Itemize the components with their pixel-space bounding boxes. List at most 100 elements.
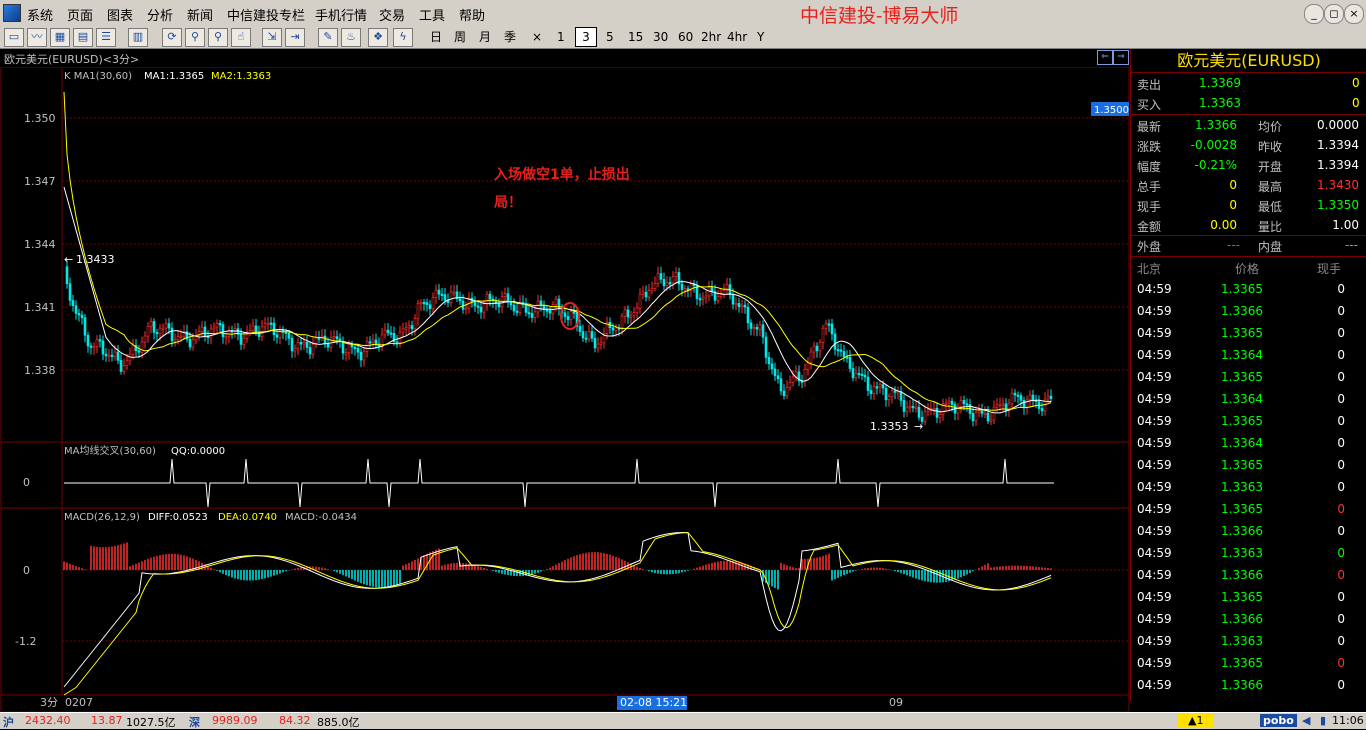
candle-body xyxy=(329,336,333,348)
menu-page[interactable]: 页面 xyxy=(67,5,93,24)
tick-row[interactable]: 04:59 1.3366 0 xyxy=(1131,301,1366,321)
tick-price: 1.3364 xyxy=(1221,348,1263,362)
period-15[interactable]: 15 xyxy=(628,29,643,47)
monitor-icon[interactable]: ▭ xyxy=(4,28,24,47)
menu-system[interactable]: 系统 xyxy=(27,5,53,24)
tick-row[interactable]: 04:59 1.3365 0 xyxy=(1131,587,1366,607)
period-day[interactable]: 日 xyxy=(430,29,442,47)
tick-row[interactable]: 04:59 1.3365 0 xyxy=(1131,499,1366,519)
period-30[interactable]: 30 xyxy=(653,29,668,47)
tick-row[interactable]: 04:59 1.3366 0 xyxy=(1131,609,1366,629)
period-month[interactable]: 月 xyxy=(479,29,491,47)
app-icon[interactable] xyxy=(3,4,21,22)
minimize-button[interactable]: _ xyxy=(1304,4,1324,24)
candle-body xyxy=(833,333,837,350)
tick-row[interactable]: 04:59 1.3365 0 xyxy=(1131,455,1366,475)
kline-chart[interactable]: 1.350 1.347 1.344 1.341 1.338 K MA1(30,60) M… xyxy=(0,67,1130,712)
dea-label: DEA:0.0740 xyxy=(218,512,277,523)
tick-row[interactable]: 04:59 1.3364 0 xyxy=(1131,345,1366,365)
candle-body xyxy=(821,327,825,343)
candle-body xyxy=(584,337,588,340)
grid-icon[interactable]: ▦ xyxy=(50,28,70,47)
candle-body xyxy=(341,341,345,354)
tick-row[interactable]: 04:59 1.3366 0 xyxy=(1131,521,1366,541)
candle-body xyxy=(818,342,822,352)
tick-time: 04:59 xyxy=(1137,282,1172,296)
tick-row[interactable]: 04:59 1.3363 0 xyxy=(1131,543,1366,563)
period-year[interactable]: Y xyxy=(757,29,764,47)
search-icon[interactable]: ⚲ xyxy=(208,28,228,47)
candle-body xyxy=(161,327,165,330)
tick-row[interactable]: 04:59 1.3365 0 xyxy=(1131,367,1366,387)
tick-row[interactable]: 04:59 1.3364 0 xyxy=(1131,433,1366,453)
candle-body xyxy=(203,326,207,337)
menu-analysis[interactable]: 分析 xyxy=(147,5,173,24)
menu-chart[interactable]: 图表 xyxy=(107,5,133,24)
candle-body xyxy=(545,309,549,312)
line-chart-icon[interactable]: 〰 xyxy=(27,28,47,47)
menu-column[interactable]: 中信建投专栏 xyxy=(227,5,305,24)
period-week[interactable]: 周 xyxy=(454,29,466,47)
candle-body xyxy=(404,327,408,330)
tick-row[interactable]: 04:59 1.3365 0 xyxy=(1131,653,1366,673)
candle-body xyxy=(503,293,507,297)
menu-news[interactable]: 新闻 xyxy=(187,5,213,24)
speaker-icon[interactable]: ◀ xyxy=(1302,714,1310,727)
tick-row[interactable]: 04:59 1.3365 0 xyxy=(1131,279,1366,299)
lightning-icon[interactable]: ϟ xyxy=(393,28,413,47)
refresh-icon[interactable]: ⟳ xyxy=(162,28,182,47)
candle-body xyxy=(668,282,672,285)
restore-button[interactable]: ◻ xyxy=(1324,4,1344,24)
candle-body xyxy=(497,303,501,308)
alarm-icon[interactable]: ♨ xyxy=(341,28,361,47)
candle-body xyxy=(992,406,996,421)
candle-body xyxy=(812,345,816,353)
table-icon[interactable]: ▤ xyxy=(73,28,93,47)
list-icon[interactable]: ☰ xyxy=(96,28,116,47)
period-4hr[interactable]: 4hr xyxy=(727,29,747,47)
macd-neg-tick: -1.2 xyxy=(15,635,36,648)
tick-row[interactable]: 04:59 1.3364 0 xyxy=(1131,389,1366,409)
export-icon[interactable]: ⇥ xyxy=(285,28,305,47)
menu-help[interactable]: 帮助 xyxy=(459,5,485,24)
tick-row[interactable]: 04:59 1.3363 0 xyxy=(1131,477,1366,497)
chart-frame xyxy=(0,67,1130,712)
candle-body xyxy=(815,345,819,352)
period-2hr[interactable]: 2hr xyxy=(701,29,721,47)
prev-arrow-icon[interactable]: ⇐ xyxy=(1097,50,1113,65)
price-axis: 1.350 1.347 1.344 1.341 1.338 xyxy=(24,112,56,377)
tick-row[interactable]: 04:59 1.3365 0 xyxy=(1131,411,1366,431)
candle-body xyxy=(149,321,153,327)
menu-trade[interactable]: 交易 xyxy=(379,5,405,24)
document-icon[interactable]: ▥ xyxy=(128,28,148,47)
period-60[interactable]: 60 xyxy=(678,29,693,47)
tick-row[interactable]: 04:59 1.3365 0 xyxy=(1131,323,1366,343)
period-5[interactable]: 5 xyxy=(606,29,614,47)
hand-icon[interactable]: ☝ xyxy=(231,28,251,47)
tick-row[interactable]: 04:59 1.3366 0 xyxy=(1131,675,1366,695)
tick-volume: 0 xyxy=(1337,348,1345,362)
edit-icon[interactable]: ✎ xyxy=(318,28,338,47)
stat-label: 幅度 xyxy=(1137,160,1162,174)
period-3[interactable]: 3 xyxy=(575,27,597,47)
price-tick: 1.350 xyxy=(24,112,56,125)
close-button[interactable]: × xyxy=(1344,4,1364,24)
period-1[interactable]: 1 xyxy=(557,29,565,47)
menu-mobile-quotes[interactable]: 手机行情 xyxy=(315,5,367,24)
next-arrow-icon[interactable]: ⇒ xyxy=(1113,50,1129,65)
candle-body xyxy=(977,410,981,414)
alert-badge[interactable]: ▲1 xyxy=(1178,714,1214,727)
zoom-icon[interactable]: ⚲ xyxy=(185,28,205,47)
tick-row[interactable]: 04:59 1.3366 0 xyxy=(1131,565,1366,585)
stat-label: 最低 xyxy=(1258,200,1283,214)
candle-body xyxy=(326,343,330,348)
apps-icon[interactable]: ❖ xyxy=(368,28,388,47)
tick-row[interactable]: 04:59 1.3363 0 xyxy=(1131,631,1366,651)
candle-body xyxy=(86,334,90,347)
menu-tools[interactable]: 工具 xyxy=(419,5,445,24)
import-icon[interactable]: ⇲ xyxy=(262,28,282,47)
period-close[interactable]: × xyxy=(532,29,542,47)
period-season[interactable]: 季 xyxy=(504,29,516,47)
candle-body xyxy=(305,341,309,348)
candle-body xyxy=(347,344,351,354)
